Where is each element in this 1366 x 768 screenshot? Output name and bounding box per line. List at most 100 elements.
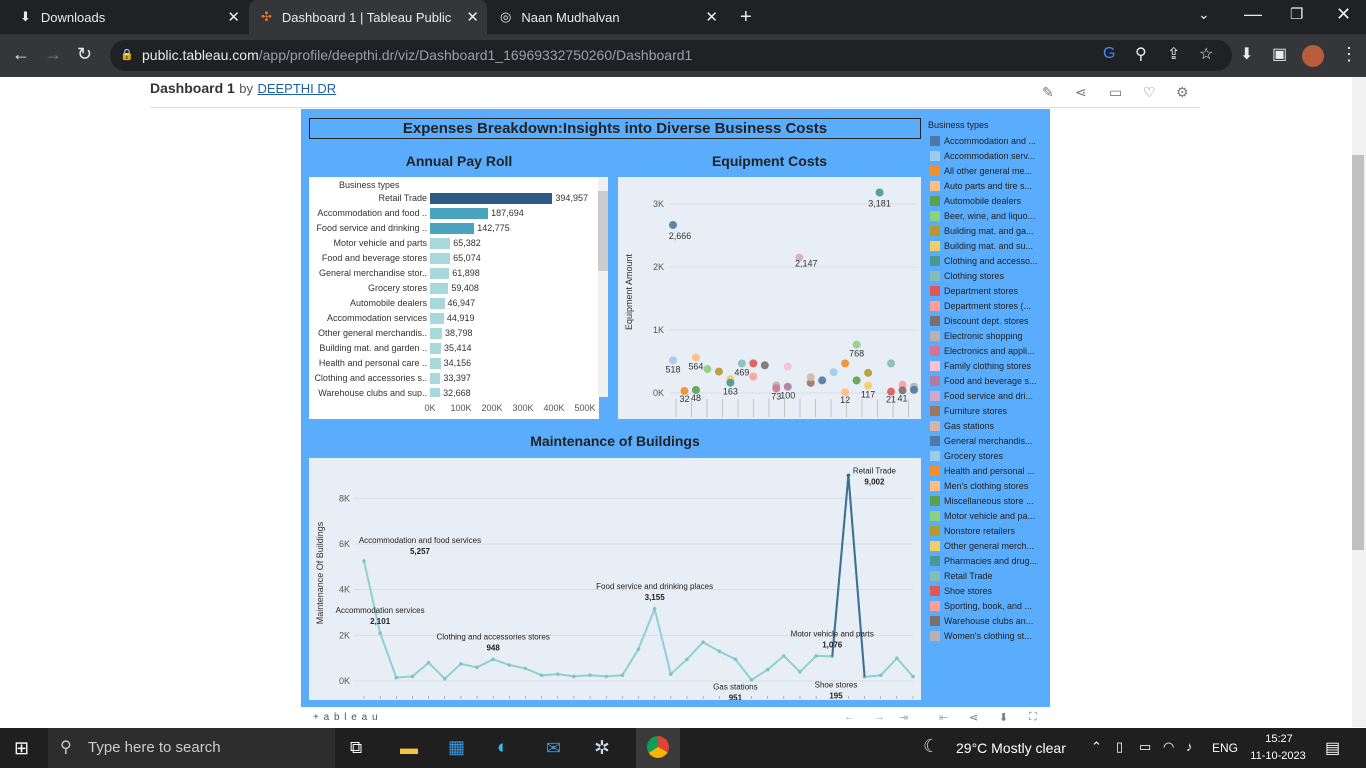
scrollbar[interactable] <box>598 177 608 397</box>
menu-icon[interactable]: ⋮ <box>1340 44 1358 65</box>
redo-icon[interactable]: → <box>874 711 885 723</box>
bar[interactable] <box>430 283 449 294</box>
bar[interactable] <box>430 358 441 369</box>
share-icon[interactable]: ⋖ <box>1075 84 1087 101</box>
legend-item[interactable]: Family clothing stores <box>930 358 1031 373</box>
pause-icon[interactable]: ⇤ <box>939 711 948 724</box>
bar[interactable] <box>430 208 489 219</box>
windows-start-icon[interactable]: ⊞ <box>14 738 29 759</box>
notifications-icon[interactable]: ▤ <box>1325 738 1340 758</box>
legend-item[interactable]: Furniture stores <box>930 403 1007 418</box>
bar[interactable] <box>430 238 451 249</box>
legend-item[interactable]: Accommodation and ... <box>930 133 1036 148</box>
legend-item[interactable]: Nonstore retailers <box>930 523 1015 538</box>
revert-icon[interactable]: ⇥ <box>899 711 908 724</box>
bar[interactable] <box>430 298 445 309</box>
tab-downloads[interactable]: ⬇ Downloads ✕ <box>8 0 248 34</box>
download-icon[interactable]: ⬇ <box>999 711 1008 724</box>
tab-naan-mudhalvan[interactable]: ◎ Naan Mudhalvan ✕ <box>488 0 726 34</box>
legend-item[interactable]: Gas stations <box>930 418 994 433</box>
chrome-taskbar-button[interactable] <box>636 728 680 768</box>
tab-dashboard[interactable]: ✣ Dashboard 1 | Tableau Public ✕ <box>249 0 487 34</box>
legend-item[interactable]: Sporting, book, and ... <box>930 598 1032 613</box>
volume-icon[interactable]: ♪ <box>1186 739 1193 754</box>
clock-date[interactable]: 11-10-2023 <box>1248 750 1308 762</box>
battery-icon[interactable]: ▭ <box>1139 739 1151 755</box>
bar[interactable] <box>430 373 441 384</box>
restore-icon[interactable]: ❐ <box>1290 5 1303 23</box>
bar[interactable] <box>430 388 441 397</box>
bar-row[interactable]: Automobile dealers 46,947 <box>309 297 599 312</box>
chevron-up-icon[interactable]: ⌃ <box>1091 739 1102 755</box>
legend-item[interactable]: Electronics and appli... <box>930 343 1035 358</box>
sidepanel-icon[interactable]: ▣ <box>1272 44 1287 64</box>
legend-item[interactable]: Pharmacies and drug... <box>930 553 1037 568</box>
close-tab-icon[interactable]: ✕ <box>466 8 479 26</box>
wifi-icon[interactable]: ◠ <box>1163 739 1174 755</box>
legend-item[interactable]: Accommodation serv... <box>930 148 1035 163</box>
legend-item[interactable]: Automobile dealers <box>930 193 1021 208</box>
weather-text[interactable]: 29°C Mostly clear <box>956 740 1066 756</box>
bar-row[interactable]: Food and beverage stores 65,074 <box>309 252 599 267</box>
bar-row[interactable]: Motor vehicle and parts 65,382 <box>309 237 599 252</box>
legend-item[interactable]: Other general merch... <box>930 538 1034 553</box>
bar[interactable] <box>430 328 443 339</box>
bar-row[interactable]: Retail Trade 394,957 <box>309 192 599 207</box>
legend-item[interactable]: Warehouse clubs an... <box>930 613 1033 628</box>
fullscreen-icon[interactable]: ⛶ <box>1029 711 1037 724</box>
settings-icon[interactable]: ⚙ <box>1176 84 1189 101</box>
undo-icon[interactable]: ← <box>844 711 855 723</box>
scrollbar-thumb[interactable] <box>598 191 608 271</box>
legend-item[interactable]: Shoe stores <box>930 583 992 598</box>
comment-icon[interactable]: ▭ <box>1109 84 1122 101</box>
bar[interactable] <box>430 223 475 234</box>
edit-icon[interactable]: ✎ <box>1042 84 1054 101</box>
taskbar-search[interactable]: ⚲ Type here to search <box>48 728 335 768</box>
bar-row[interactable]: General merchandise stor.. 61,898 <box>309 267 599 282</box>
edge-icon[interactable]: ◐ <box>497 737 508 759</box>
star-icon[interactable]: ☆ <box>1199 44 1213 64</box>
file-explorer-icon[interactable]: ▬ <box>400 738 418 759</box>
legend-item[interactable]: Building mat. and su... <box>930 238 1033 253</box>
legend-item[interactable]: Men's clothing stores <box>930 478 1028 493</box>
legend-item[interactable]: Food service and dri... <box>930 388 1033 403</box>
task-view-icon[interactable]: ⧉ <box>350 738 362 758</box>
store-icon[interactable]: ▦ <box>448 737 465 758</box>
forward-icon[interactable]: → <box>44 44 62 65</box>
legend-item[interactable]: All other general me... <box>930 163 1032 178</box>
legend-item[interactable]: Food and beverage s... <box>930 373 1037 388</box>
back-icon[interactable]: ← <box>12 44 30 65</box>
bar-row[interactable]: Food service and drinking .. 142,775 <box>309 222 599 237</box>
legend-item[interactable]: Women's clothing st... <box>930 628 1032 643</box>
bar[interactable] <box>430 313 444 324</box>
favorite-icon[interactable]: ♡ <box>1143 84 1156 101</box>
author-link[interactable]: DEEPTHI DR <box>257 81 336 96</box>
url-input[interactable]: 🔒 public.tableau.com/app/profile/deepthi… <box>110 40 1232 71</box>
bar-row[interactable]: Accommodation services 44,919 <box>309 312 599 327</box>
bar-row[interactable]: Clothing and accessories s.. 33,397 <box>309 372 599 387</box>
page-scrollbar-thumb[interactable] <box>1352 155 1364 550</box>
legend-item[interactable]: Building mat. and ga... <box>930 223 1034 238</box>
bar[interactable] <box>430 193 553 204</box>
chevron-down-icon[interactable]: ⌄ <box>1198 6 1210 23</box>
legend-item[interactable]: Department stores <box>930 283 1018 298</box>
meet-icon[interactable]: ▯ <box>1116 739 1123 755</box>
bar-row[interactable]: Accommodation and food .. 187,694 <box>309 207 599 222</box>
bar-row[interactable]: Other general merchandis.. 38,798 <box>309 327 599 342</box>
new-tab-icon[interactable]: + <box>740 6 752 29</box>
legend-item[interactable]: Miscellaneous store ... <box>930 493 1034 508</box>
payroll-chart[interactable]: Business types Retail Trade 394,957 Accomm… <box>309 177 608 419</box>
bar-row[interactable]: Grocery stores 59,408 <box>309 282 599 297</box>
clock-time[interactable]: 15:27 <box>1252 733 1306 745</box>
legend-item[interactable]: Motor vehicle and pa... <box>930 508 1035 523</box>
close-tab-icon[interactable]: ✕ <box>227 8 240 26</box>
legend-item[interactable]: Grocery stores <box>930 448 1003 463</box>
close-tab-icon[interactable]: ✕ <box>705 8 718 26</box>
legend-item[interactable]: General merchandis... <box>930 433 1033 448</box>
legend-item[interactable]: Department stores (... <box>930 298 1031 313</box>
bar-row[interactable]: Warehouse clubs and sup.. 32,668 <box>309 387 599 397</box>
bar[interactable] <box>430 268 450 279</box>
bar-row[interactable]: Building mat. and garden .. 35,414 <box>309 342 599 357</box>
legend-item[interactable]: Auto parts and tire s... <box>930 178 1032 193</box>
tableau-logo[interactable]: + a b l e a u <box>313 712 379 723</box>
